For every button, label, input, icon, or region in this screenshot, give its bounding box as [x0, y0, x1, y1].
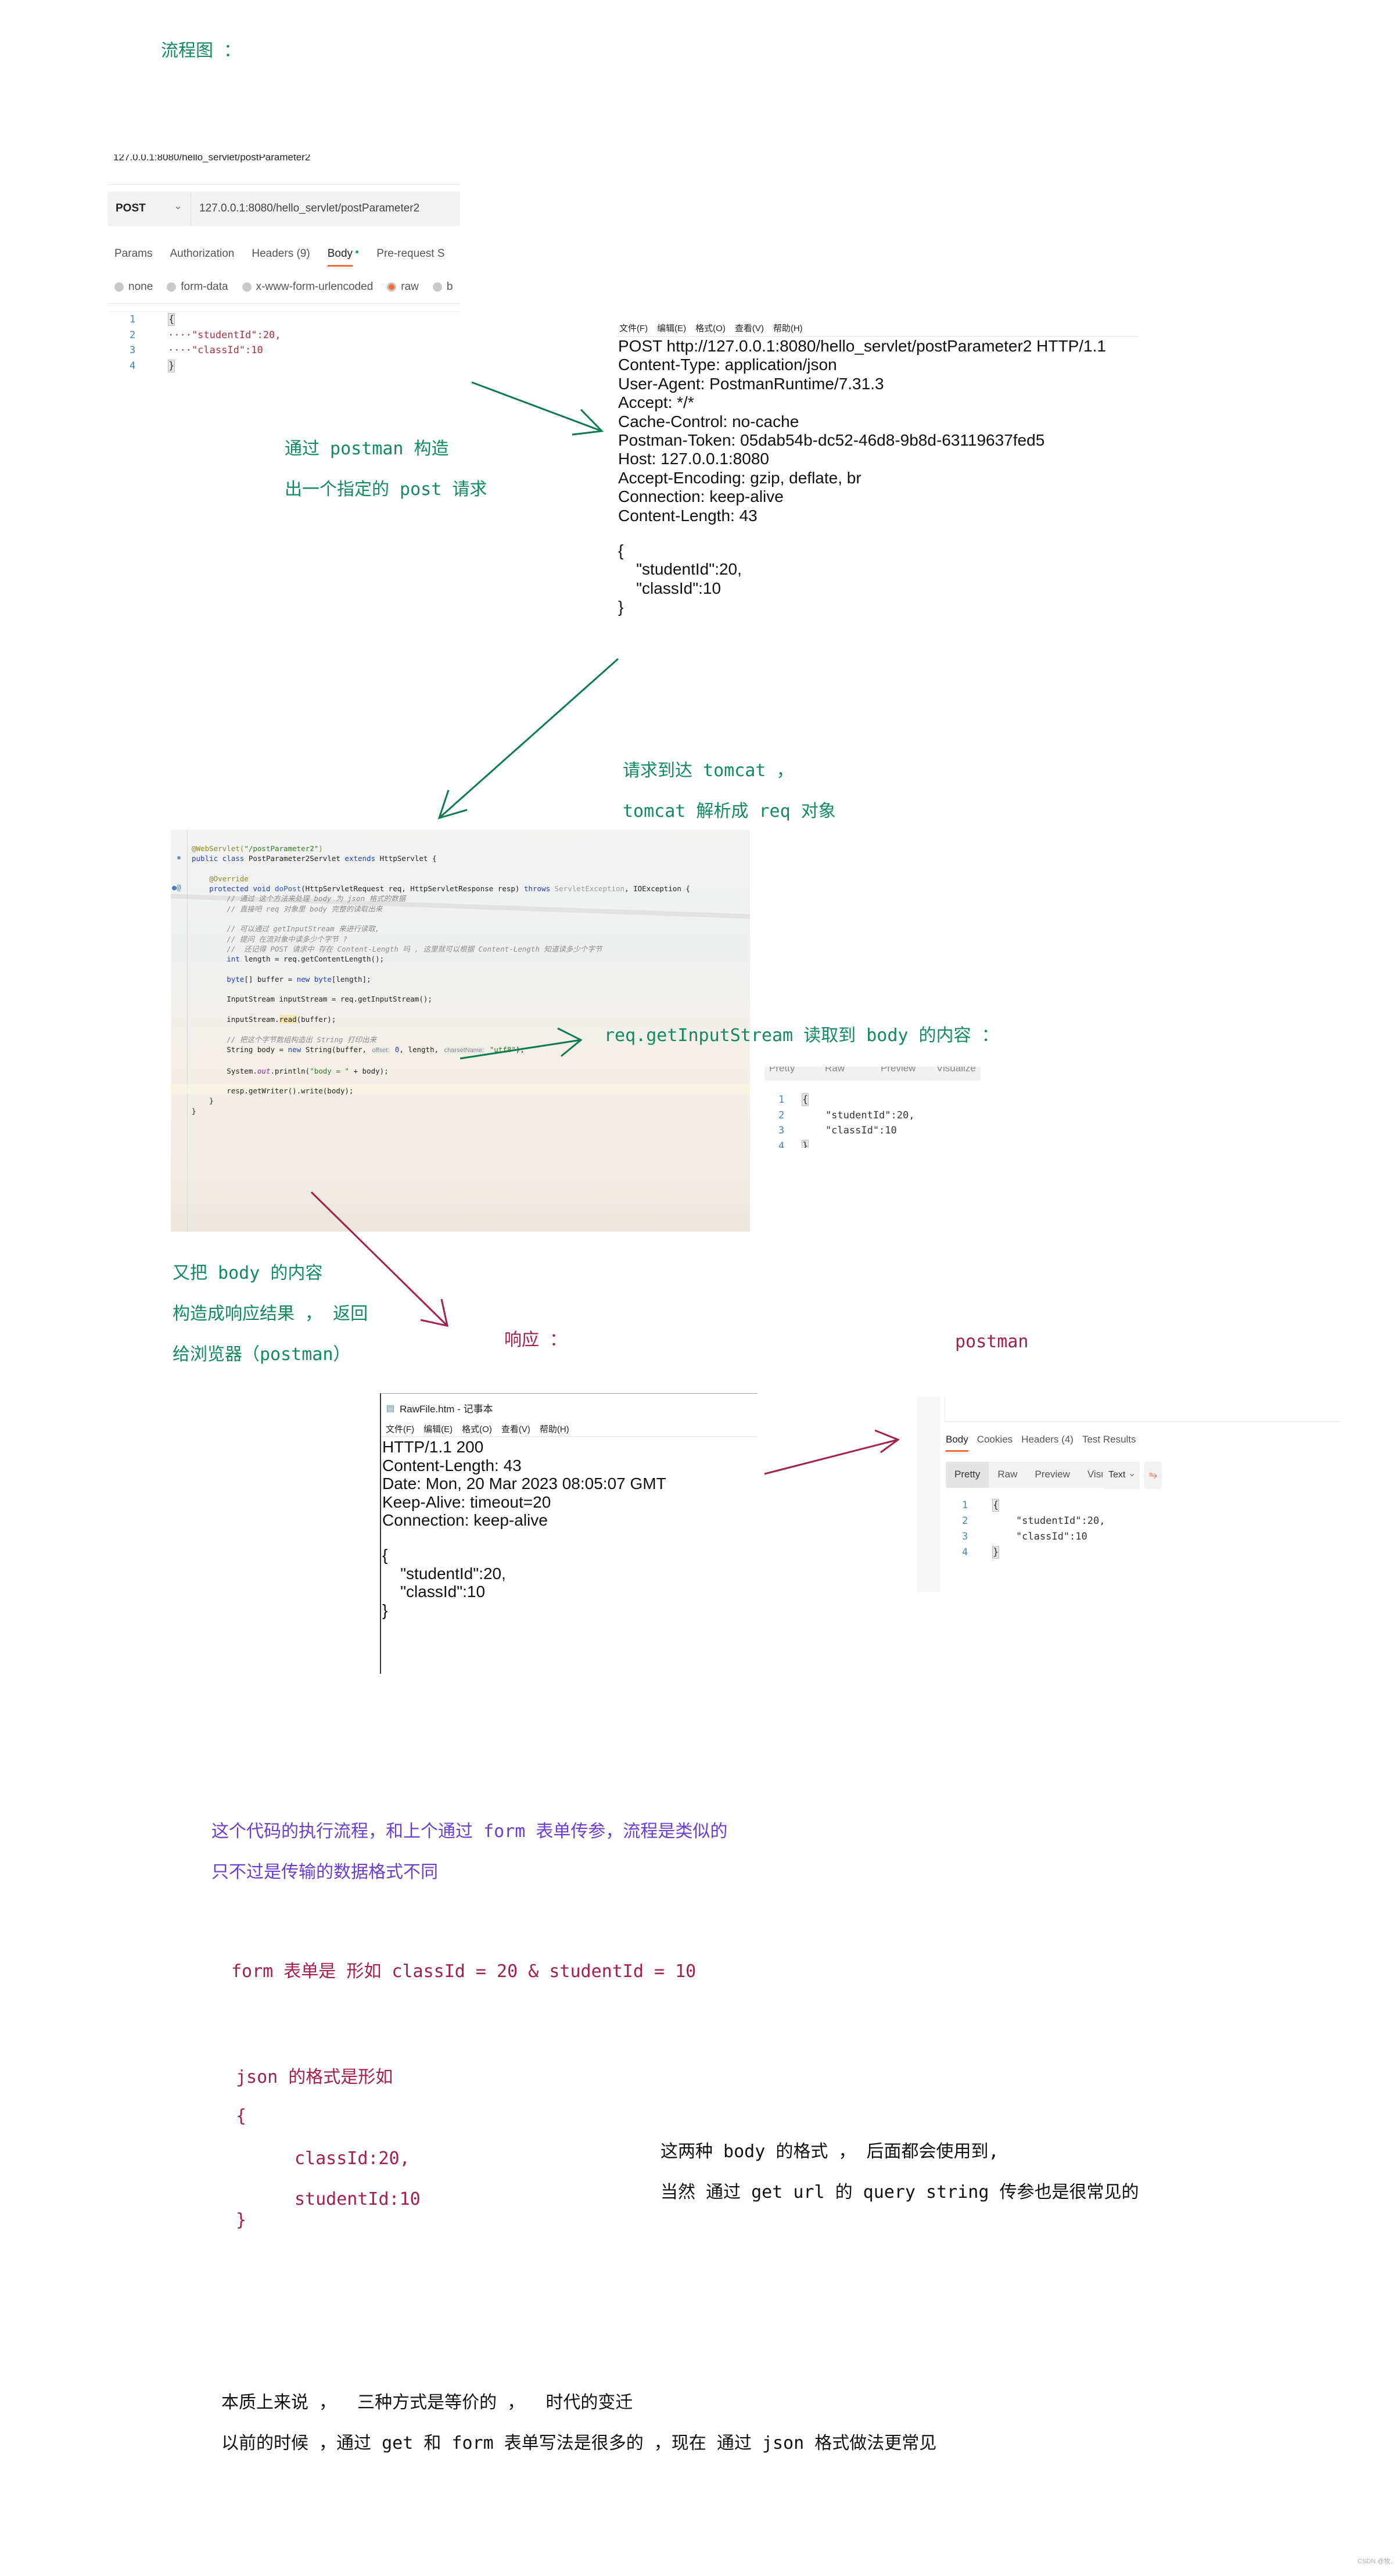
json-intro: json 的格式是形如 — [236, 2067, 393, 2087]
watermark: CSDN @牧.. — [1358, 2558, 1394, 2565]
usage-line-2: 当然 通过 get url 的 query string 传参也是很常见的 — [660, 2182, 1139, 2202]
essence-line-1: 本质上来说 ， 三种方式是等价的 ， 时代的变迁 — [221, 2392, 633, 2413]
arrow-response-to-postman — [764, 1429, 900, 1475]
summary-line-1: 这个代码的执行流程，和上个通过 form 表单传参，流程是类似的 — [211, 1821, 728, 1842]
arrow-request-to-servlet — [437, 658, 619, 820]
json-line-1: classId:20, — [295, 2148, 410, 2169]
arrow-postman-to-request — [471, 381, 604, 436]
arrow-servlet-to-response — [310, 1191, 448, 1327]
usage-line-1: 这两种 body 的格式 ， 后面都会使用到, — [660, 2141, 999, 2162]
json-open-brace: { — [236, 2106, 247, 2126]
essence-line-2: 以前的时候 ，通过 get 和 form 表单写法是很多的 ，现在 通过 jso… — [221, 2433, 937, 2453]
summary-line-2: 只不过是传输的数据格式不同 — [211, 1862, 438, 1882]
json-line-2: studentId:10 — [295, 2189, 421, 2209]
form-example: form 表单是 形如 classId = 20 & studentId = 1… — [231, 1961, 697, 1982]
json-close-brace: } — [236, 2210, 247, 2230]
arrow-inputstream-to-body — [460, 1027, 583, 1060]
